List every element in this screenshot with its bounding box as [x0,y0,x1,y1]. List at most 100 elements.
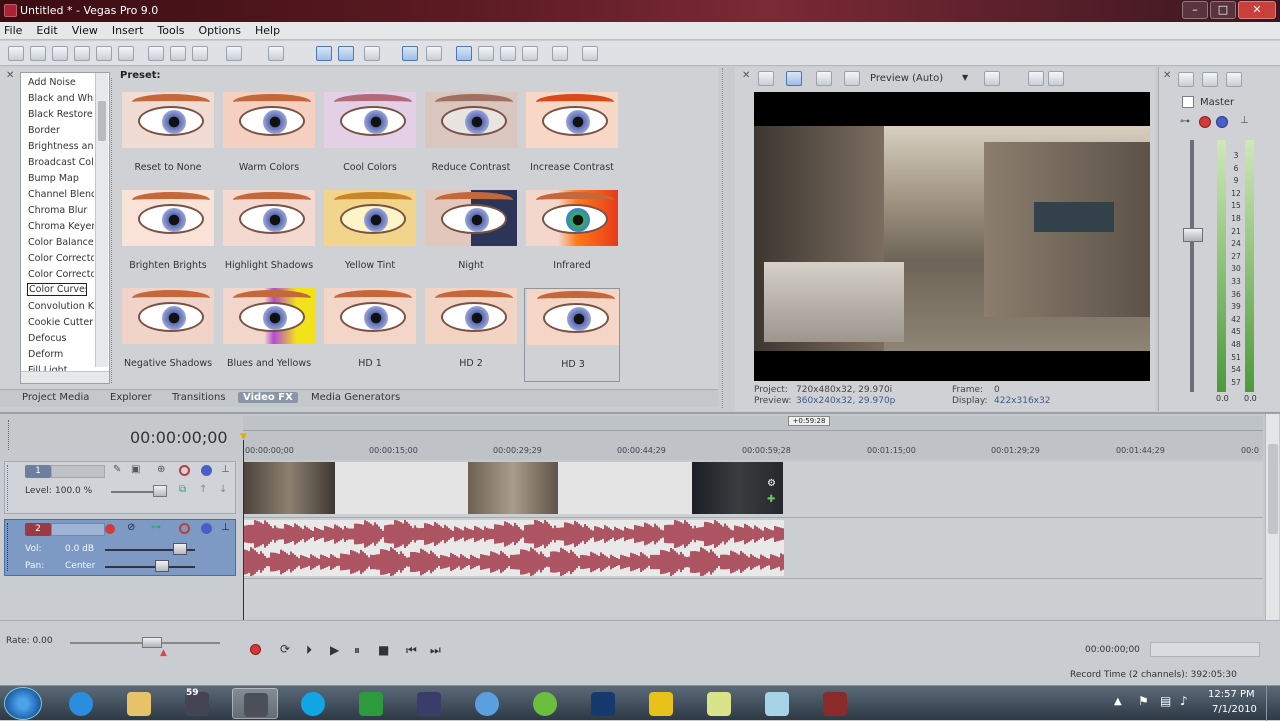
new-icon[interactable] [8,46,24,61]
project-properties-icon[interactable] [758,71,774,86]
video-event[interactable] [335,462,468,514]
redo-icon[interactable] [268,46,284,61]
minimize-button[interactable]: – [1182,1,1208,19]
render-icon[interactable] [96,46,112,61]
tab-project-media[interactable]: Project Media [22,392,89,403]
save-as-icon[interactable] [74,46,90,61]
clock-time[interactable]: 12:57 PM [1208,689,1255,700]
clock-date[interactable]: 7/1/2010 [1212,704,1257,715]
taskbar-vegas[interactable] [232,688,278,719]
track-fx-icon[interactable] [179,465,190,476]
list-item[interactable]: Color Balance [28,237,94,248]
taskbar-skype[interactable] [290,688,336,719]
taskbar-messenger[interactable] [464,688,510,719]
copy-snapshot-icon[interactable] [1028,71,1044,86]
show-desktop-button[interactable] [1266,686,1280,721]
menu-view[interactable]: View [72,24,98,37]
mute-icon[interactable] [201,523,212,534]
go-to-start-button[interactable]: ⏮ [406,643,417,658]
list-item[interactable]: Color Corrector [28,253,94,264]
taskbar-sticky[interactable] [696,688,742,719]
fx-list-vscrollbar[interactable] [95,73,108,367]
save-snapshot-icon[interactable] [1048,71,1064,86]
preset-reduce-contrast[interactable]: Reduce Contrast [423,92,519,184]
list-item[interactable]: Convolution Kernel [28,301,94,312]
list-item[interactable]: Defocus [28,333,94,344]
list-item[interactable]: Chroma Keyer [28,221,94,232]
taskbar-explorer[interactable] [116,688,162,719]
menu-help[interactable]: Help [255,24,280,37]
list-item[interactable]: Brightness and Contrast [28,141,94,152]
list-item[interactable]: Bump Map [28,173,94,184]
whats-this-icon[interactable] [582,46,598,61]
cursor-marker-icon[interactable]: ▼ [240,432,248,442]
dim-output-icon[interactable] [1226,72,1242,87]
show-hidden-icons[interactable]: ▲ [1114,696,1122,707]
video-event[interactable] [558,462,692,514]
go-to-end-button[interactable]: ⏭ [430,643,441,658]
vegas-app-icon[interactable] [4,4,17,17]
menu-insert[interactable]: Insert [112,24,144,37]
rate-slider[interactable] [142,637,162,648]
taskbar-ie[interactable] [58,688,104,719]
external-monitor-icon[interactable] [786,71,802,86]
audio-event[interactable] [243,520,784,576]
event-pan-crop-icon[interactable]: ✚ [767,494,775,505]
list-item[interactable]: Add Noise [28,77,94,88]
list-item[interactable]: Border [28,125,94,136]
lock-envelopes-icon[interactable] [402,46,418,61]
properties-icon[interactable] [118,46,134,61]
pause-button[interactable]: ⏸ [354,643,360,658]
video-track-header[interactable]: 1 ✎ ▣ ⊕ ⊥ Level: 100.0 % ⧉ ↑ ↓ [4,461,236,514]
loop-playback-button[interactable]: ⟳ [280,642,290,656]
time-ruler[interactable]: +0:59:28 00:00:00;00 00:00:15;00 00:00:2… [243,416,1263,460]
solo-icon[interactable]: ⊥ [221,464,230,475]
pan-slider[interactable] [155,560,169,572]
list-item[interactable]: Black Restore [28,109,94,120]
loop-region-marker[interactable]: +0:59:28 [788,416,830,426]
list-item[interactable]: Channel Blend [28,189,94,200]
preset-hd-1[interactable]: HD 1 [322,288,418,380]
envelope-tool-icon[interactable] [478,46,494,61]
close-pane-icon[interactable]: ✕ [1163,70,1173,81]
master-fader[interactable] [1183,228,1203,242]
menu-options[interactable]: Options [199,24,241,37]
copy-icon[interactable] [170,46,186,61]
selection-tool-icon[interactable] [500,46,516,61]
splitter[interactable] [722,68,730,408]
record-button[interactable] [250,644,261,655]
close-pane-icon[interactable]: ✕ [6,70,16,81]
preset-hd-2[interactable]: HD 2 [423,288,519,380]
taskbar-camtasia[interactable] [348,688,394,719]
make-compositing-parent-icon[interactable]: ↓ [219,484,227,495]
preset-yellow-tint[interactable]: Yellow Tint [322,190,418,282]
menu-edit[interactable]: Edit [36,24,57,37]
normal-edit-tool-icon[interactable] [456,46,472,61]
save-icon[interactable] [52,46,68,61]
tab-media-generators[interactable]: Media Generators [311,392,400,403]
track-fx-icon[interactable] [179,523,190,534]
fx-icon[interactable]: ▣ [131,464,140,475]
tab-transitions[interactable]: Transitions [172,392,226,403]
master-solo-icon[interactable]: ⊥ [1240,115,1249,126]
splitter[interactable] [111,78,114,383]
taskbar-xbox[interactable] [522,688,568,719]
start-button[interactable] [4,687,42,720]
mixer-properties-icon[interactable] [1178,72,1194,87]
audio-track-header[interactable]: 2 ⊘ ⊶ ⊥ Vol: 0.0 dB Pan: Center [4,519,236,576]
solo-icon[interactable]: ⊥ [221,522,230,533]
network-icon[interactable]: ▤ [1160,694,1171,708]
taskbar-media[interactable]: 59 [174,688,220,719]
undo-icon[interactable] [226,46,242,61]
fx-list-hscrollbar[interactable] [21,371,109,383]
preset-warm-colors[interactable]: Warm Colors [221,92,317,184]
zoom-tool-icon[interactable] [522,46,538,61]
cut-icon[interactable] [148,46,164,61]
motion-icon[interactable]: ✎ [113,464,121,475]
volume-slider[interactable] [173,543,187,555]
make-compositing-child-icon[interactable]: ↑ [199,484,207,495]
list-item[interactable]: Broadcast Colors [28,157,94,168]
paste-icon[interactable] [192,46,208,61]
taskbar-screen[interactable] [812,688,858,719]
preset-blues-and-yellows[interactable]: Blues and Yellows [221,288,317,380]
